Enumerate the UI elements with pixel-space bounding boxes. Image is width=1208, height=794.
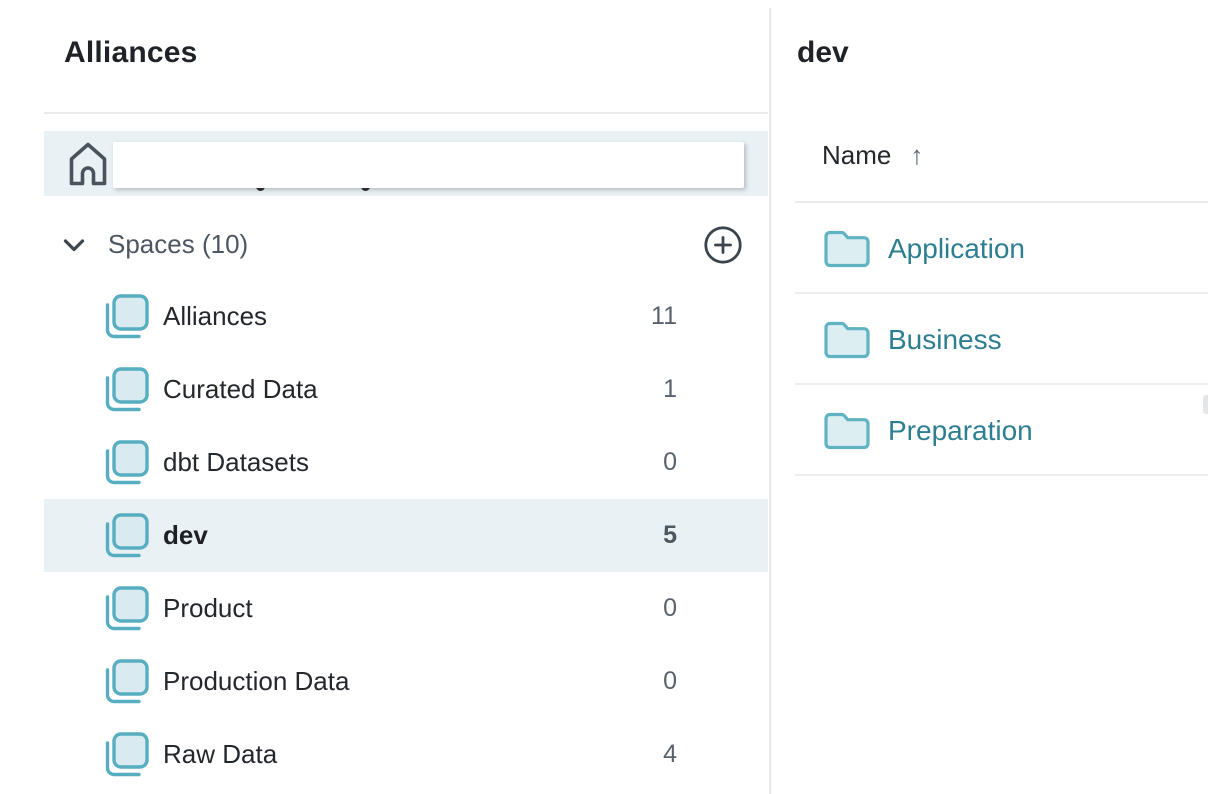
space-label: Raw Data — [163, 739, 277, 770]
space-row[interactable]: dbt Datasets 0 — [44, 426, 768, 499]
folder-icon — [823, 230, 871, 268]
space-label: Product — [163, 593, 253, 624]
folder-link[interactable]: Preparation — [888, 415, 1033, 447]
spaces-section-header[interactable]: Spaces (10) — [44, 222, 768, 268]
space-icon — [103, 586, 149, 632]
folder-link[interactable]: Business — [888, 324, 1002, 356]
sidebar-title: Alliances — [64, 36, 198, 70]
space-label: dbt Datasets — [163, 447, 309, 478]
name-header-label: Name — [822, 140, 891, 170]
space-dataset-count: 0 — [663, 667, 677, 696]
space-icon — [103, 294, 149, 340]
space-label: Alliances — [163, 301, 267, 332]
space-dataset-count: 4 — [663, 740, 677, 769]
spaces-section-label: Spaces (10) — [108, 229, 248, 260]
space-row[interactable]: Alliances 11 — [44, 280, 768, 353]
folder-list: Application Business Preparation — [771, 203, 1208, 476]
space-row[interactable]: Curated Data 1 — [44, 353, 768, 426]
space-dataset-count: 0 — [663, 448, 677, 477]
space-row[interactable]: Production Data 0 — [44, 645, 768, 718]
spaces-list: Alliances 11 Curated Data 1 dbt Datasets… — [44, 280, 768, 791]
sidebar-title-divider — [44, 112, 768, 114]
space-dataset-count: 0 — [663, 594, 677, 623]
space-row[interactable]: dev 5 — [44, 499, 768, 572]
sort-ascending-icon: ↑ — [910, 140, 923, 170]
home-row[interactable] — [44, 131, 768, 196]
space-icon — [103, 440, 149, 486]
space-row[interactable]: Product 0 — [44, 572, 768, 645]
sidebar: Alliances Spaces (10) — [0, 0, 768, 794]
folder-icon — [823, 412, 871, 450]
home-icon — [68, 141, 108, 187]
content-panel: dev Name ↑ Application Business Preparati… — [771, 0, 1208, 794]
name-column-header[interactable]: Name ↑ — [822, 140, 923, 171]
space-icon — [103, 732, 149, 778]
space-label: Curated Data — [163, 374, 318, 405]
redaction-overlay — [113, 142, 744, 188]
folder-link[interactable]: Application — [888, 233, 1025, 265]
space-dataset-count: 11 — [651, 302, 677, 331]
space-label: Production Data — [163, 666, 349, 697]
folder-row[interactable]: Preparation — [771, 385, 1208, 476]
add-space-button[interactable] — [703, 225, 743, 265]
space-row[interactable]: Raw Data 4 — [44, 718, 768, 791]
space-dataset-count: 5 — [663, 521, 677, 550]
folder-icon — [823, 321, 871, 359]
folder-row[interactable]: Application — [771, 203, 1208, 294]
scrollbar-thumb[interactable] — [1203, 395, 1208, 414]
chevron-down-icon — [61, 232, 87, 258]
space-icon — [103, 367, 149, 413]
space-icon — [103, 513, 149, 559]
app-window: Alliances Spaces (10) — [0, 0, 1208, 794]
folder-row[interactable]: Business — [771, 294, 1208, 385]
page-title: dev — [797, 36, 849, 70]
space-label: dev — [163, 520, 208, 551]
space-icon — [103, 659, 149, 705]
plus-circle-icon — [703, 225, 743, 265]
space-dataset-count: 1 — [663, 375, 677, 404]
